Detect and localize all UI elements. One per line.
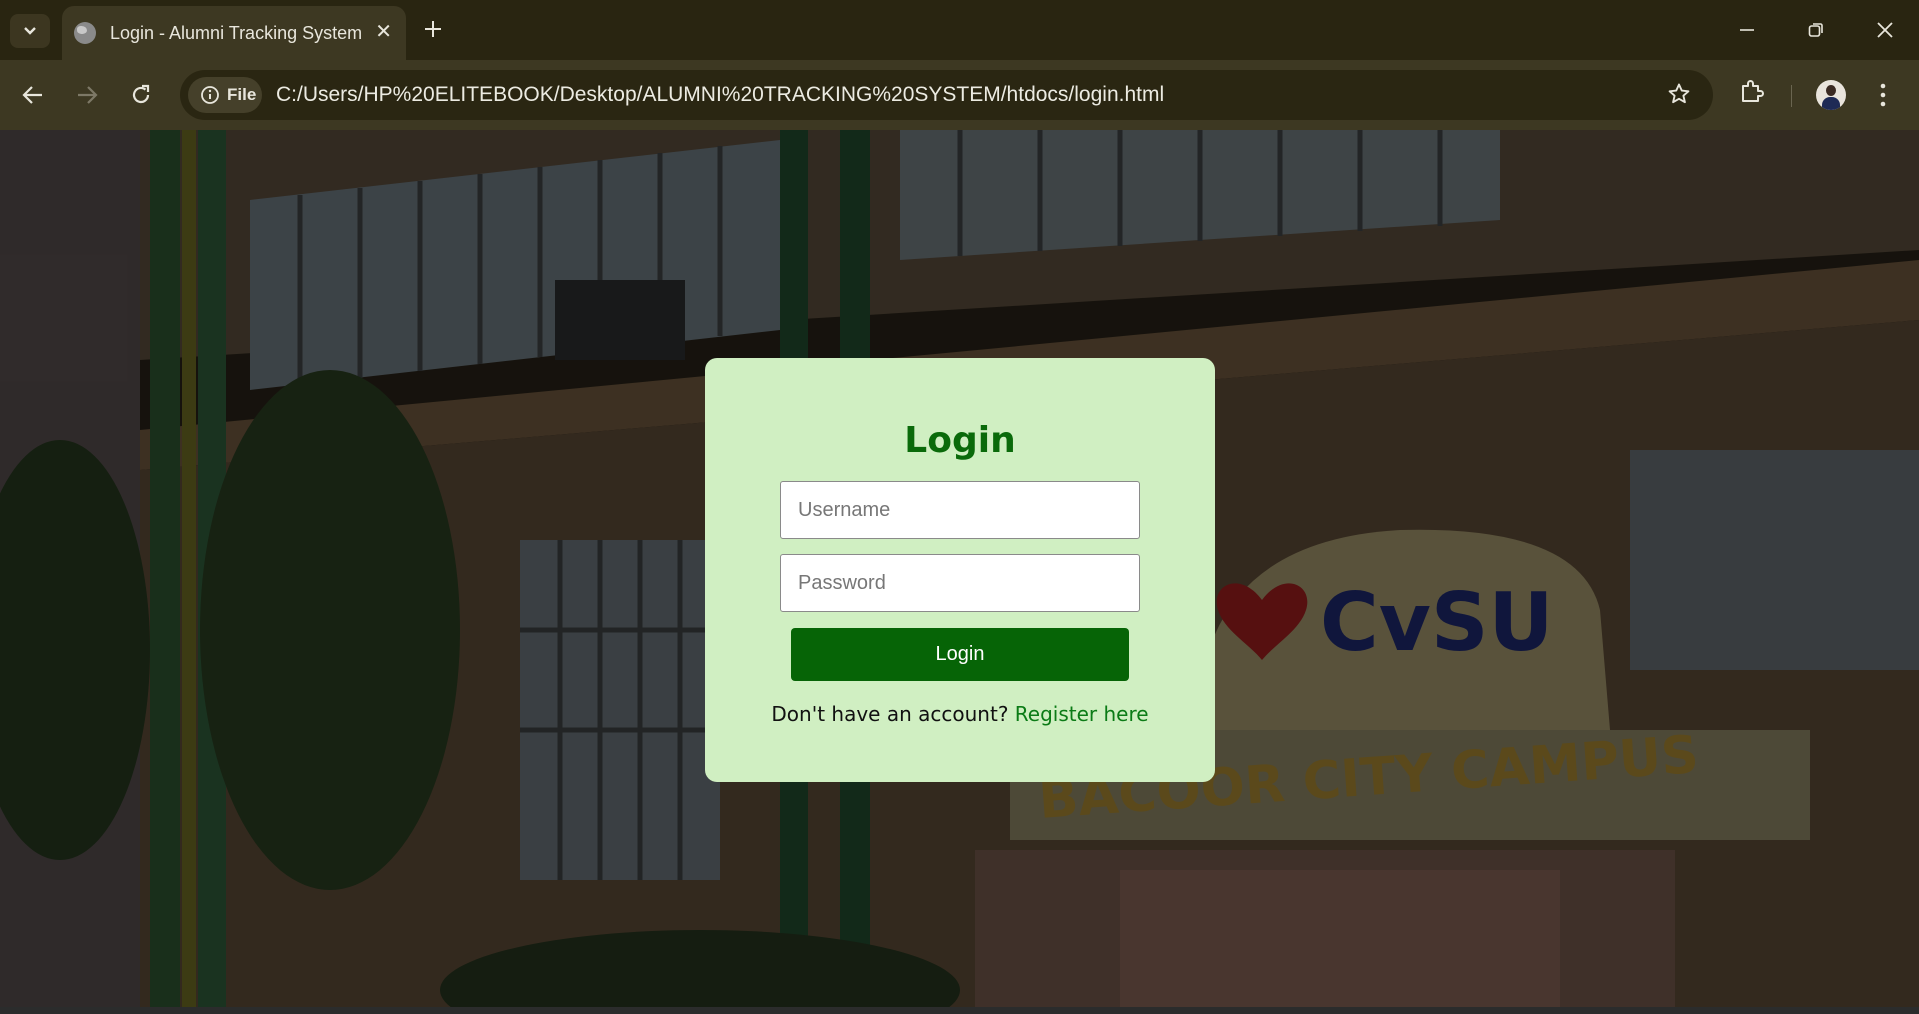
extensions-icon bbox=[1742, 80, 1764, 102]
bookmark-button[interactable] bbox=[1667, 82, 1691, 111]
login-card: Login Login Don't have an account? Regis… bbox=[705, 358, 1215, 782]
page-viewport: CvSU BACOOR CITY CAMPUS Login Login Don'… bbox=[0, 130, 1919, 1007]
menu-button[interactable] bbox=[1878, 80, 1888, 115]
toolbar-divider bbox=[1791, 85, 1792, 107]
minimize-icon bbox=[1740, 29, 1754, 31]
site-info-chip[interactable]: File bbox=[188, 77, 262, 113]
tab-search-button[interactable] bbox=[10, 14, 50, 48]
tab-bar: Login - Alumni Tracking System ✕ bbox=[0, 0, 1919, 60]
kebab-menu-icon bbox=[1880, 83, 1886, 107]
window-bottom-edge bbox=[0, 1007, 1919, 1014]
url-text[interactable]: C:/Users/HP%20ELITEBOOK/Desktop/ALUMNI%2… bbox=[276, 83, 1164, 107]
username-input[interactable] bbox=[780, 481, 1140, 539]
plus-icon bbox=[425, 21, 441, 37]
reload-icon bbox=[132, 84, 150, 104]
restore-icon bbox=[1808, 23, 1823, 37]
window-close-icon bbox=[1877, 22, 1893, 38]
window-close-button[interactable] bbox=[1861, 10, 1909, 50]
login-title: Login bbox=[904, 420, 1016, 461]
register-prompt-text: Don't have an account? bbox=[771, 702, 1009, 726]
password-input[interactable] bbox=[780, 554, 1140, 612]
register-link[interactable]: Register here bbox=[1015, 702, 1149, 726]
profile-avatar[interactable] bbox=[1816, 80, 1846, 110]
restore-button[interactable] bbox=[1792, 10, 1840, 50]
info-icon bbox=[201, 86, 219, 104]
browser-toolbar: File C:/Users/HP%20ELITEBOOK/Desktop/ALU… bbox=[0, 60, 1919, 130]
chevron-down-icon bbox=[24, 27, 36, 35]
address-bar[interactable]: File C:/Users/HP%20ELITEBOOK/Desktop/ALU… bbox=[180, 70, 1713, 120]
login-button[interactable]: Login bbox=[791, 628, 1129, 681]
forward-button[interactable] bbox=[70, 78, 104, 112]
extensions-button[interactable] bbox=[1738, 78, 1766, 111]
minimize-button[interactable] bbox=[1723, 10, 1771, 50]
new-tab-button[interactable] bbox=[424, 14, 442, 44]
active-tab[interactable]: Login - Alumni Tracking System ✕ bbox=[62, 6, 406, 60]
forward-arrow-icon bbox=[78, 86, 98, 104]
close-icon[interactable]: ✕ bbox=[375, 21, 392, 43]
globe-icon bbox=[74, 22, 96, 44]
star-icon bbox=[1668, 83, 1690, 104]
tab-title: Login - Alumni Tracking System bbox=[110, 22, 363, 43]
back-button[interactable] bbox=[16, 78, 50, 112]
register-prompt: Don't have an account? Register here bbox=[705, 702, 1215, 726]
site-chip-label: File bbox=[227, 85, 257, 104]
reload-button[interactable] bbox=[124, 78, 158, 112]
back-arrow-icon bbox=[22, 86, 42, 104]
